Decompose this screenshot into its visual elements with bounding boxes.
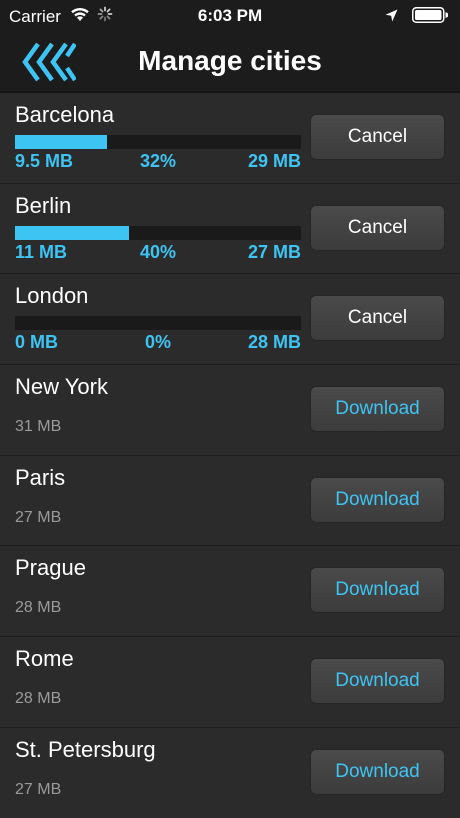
city-row: Rome 28 MB Download [0,637,460,728]
city-size: 28 MB [15,599,62,617]
city-list: Barcelona 9.5 MB 32% 29 MB Cancel Berlin … [0,93,460,818]
cancel-button[interactable]: Cancel [310,114,445,160]
city-name: St. Petersburg [15,736,156,762]
city-name: Paris [15,464,66,490]
download-button[interactable]: Download [310,658,445,705]
status-right [385,7,449,28]
total-size: 28 MB [247,332,301,353]
download-progress-fill [15,135,107,149]
city-name: London [15,283,89,309]
download-progress-bar [15,316,301,331]
city-row: Prague 28 MB Download [0,546,460,638]
download-progress-fill [15,225,130,240]
city-name: New York [15,374,108,400]
city-name: Berlin [15,192,72,218]
city-row: London 0 MB 0% 28 MB Cancel [0,274,460,366]
download-button[interactable]: Download [310,386,445,433]
status-bar: Carrier 6:03 PM [0,0,460,32]
total-size: 27 MB [247,241,301,262]
city-name: Rome [15,646,74,672]
city-size: 27 MB [15,508,62,526]
city-row: New York 31 MB Download [0,365,460,456]
download-button[interactable]: Download [310,567,445,614]
location-arrow-icon [385,9,398,27]
download-button[interactable]: Download [310,748,445,795]
download-button[interactable]: Download [310,476,445,523]
total-size: 29 MB [247,151,301,171]
city-row: Barcelona 9.5 MB 32% 29 MB Cancel [0,93,460,184]
city-size: 31 MB [15,418,62,436]
navigation-bar: Manage cities [0,32,460,91]
city-row: Paris 27 MB Download [0,456,460,547]
city-name: Barcelona [15,102,115,127]
battery-icon [412,7,449,28]
city-row: Berlin 11 MB 40% 27 MB Cancel [0,184,460,275]
download-progress-bar [15,135,301,149]
city-size: 28 MB [15,690,62,708]
city-row: St. Petersburg 27 MB Download [0,728,460,818]
page-title: Manage cities [138,45,322,76]
city-name: Prague [15,555,86,581]
download-progress-bar [15,225,301,240]
cancel-button[interactable]: Cancel [310,295,445,342]
city-size: 27 MB [15,780,62,798]
cancel-button[interactable]: Cancel [310,204,445,251]
